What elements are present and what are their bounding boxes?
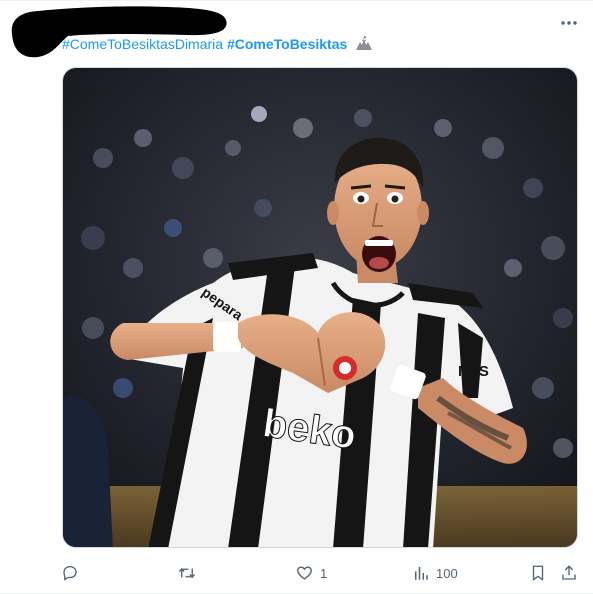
reply-icon [63,565,77,581]
eagle-emoji-icon [356,36,373,50]
retweet-button[interactable] [177,560,203,586]
share-icon [562,565,576,580]
like-count: 1 [320,565,328,581]
views-count: 100 [436,565,458,581]
views-button[interactable]: 100 [412,560,458,586]
reply-button[interactable] [61,560,85,586]
side-text: NES [458,363,489,380]
views-icon [415,567,428,580]
more-options-button[interactable] [556,10,582,36]
retweet-icon [178,567,196,579]
more-icon [561,21,577,25]
top-divider [0,0,593,1]
share-button[interactable] [560,560,578,586]
bookmark-icon [532,565,544,581]
heart-icon [297,566,312,580]
like-button[interactable]: 1 [295,560,327,586]
tweet-text: #ComeToBesiktasDimaria #ComeToBesiktas [62,35,373,53]
tweet-photo[interactable]: beko pepara NES [62,67,578,548]
bookmark-button[interactable] [530,560,546,586]
hashtag-link[interactable]: #ComeToBesiktasDimaria [62,36,223,52]
tweet-action-bar: 1 100 [55,560,585,586]
hashtag-link[interactable]: #ComeToBesiktas [227,36,347,52]
